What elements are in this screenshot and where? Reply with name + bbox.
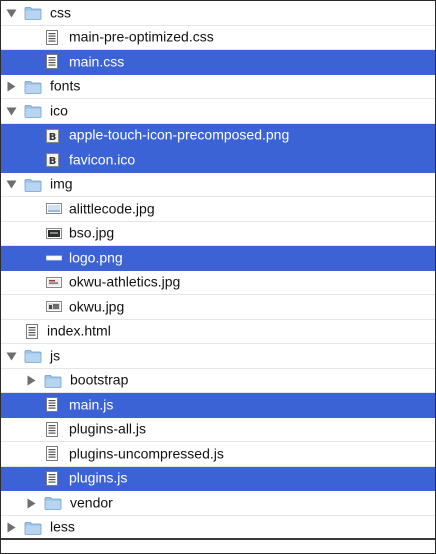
disclosure-collapsed-icon[interactable] [25, 375, 37, 387]
js-file-icon [46, 470, 58, 486]
svg-text:B: B [49, 132, 57, 143]
folder-name: fonts [50, 77, 81, 94]
js-file-icon [46, 397, 58, 412]
folder-row[interactable]: css [1, 1, 435, 26]
folder-row[interactable]: bootstrap [1, 369, 435, 393]
file-row[interactable]: logo.png [1, 246, 435, 271]
file-row[interactable]: okwu.jpg [1, 295, 435, 320]
disclosure-expanded-icon[interactable] [5, 105, 17, 117]
folder-icon [24, 80, 42, 94]
folder-row[interactable]: img [1, 173, 435, 197]
disclosure-expanded-icon[interactable] [5, 350, 17, 362]
folder-name: less [50, 518, 75, 535]
css-file-icon [46, 54, 58, 69]
image-thumb-icon [46, 202, 62, 215]
html-file-icon [26, 323, 38, 339]
image-thumb-icon [46, 276, 62, 289]
file-name: bso.jpg [69, 224, 115, 241]
file-row[interactable]: main.css [1, 50, 435, 75]
js-file-icon [46, 446, 58, 461]
file-name: logo.png [69, 249, 123, 266]
file-row[interactable]: plugins-uncompressed.js [1, 442, 435, 467]
file-row[interactable]: alittlecode.jpg [1, 197, 435, 222]
js-file-icon [46, 421, 58, 437]
disclosure-collapsed-icon[interactable] [5, 81, 17, 93]
file-name: plugins-all.js [69, 420, 147, 437]
file-name: plugins.js [69, 469, 128, 486]
folder-name: js [50, 347, 61, 364]
file-name: index.html [47, 322, 111, 339]
file-name: okwu-athletics.jpg [69, 273, 181, 290]
folder-icon [44, 374, 62, 388]
folder-row[interactable]: js [1, 344, 435, 369]
file-row[interactable]: main-pre-optimized.css [1, 26, 435, 50]
folder-icon [24, 349, 42, 363]
file-name: favicon.ico [69, 151, 136, 168]
file-name: apple-touch-icon-precomposed.png [69, 126, 290, 143]
file-row[interactable]: Bfavicon.ico [1, 148, 435, 173]
file-row[interactable]: okwu-athletics.jpg [1, 271, 435, 295]
disclosure-expanded-icon[interactable] [5, 179, 17, 191]
folder-name: ico [50, 102, 68, 119]
file-row[interactable]: Bapple-touch-icon-precomposed.png [1, 123, 435, 148]
folder-row[interactable]: ico [1, 99, 435, 124]
file-row[interactable]: bso.jpg [1, 222, 435, 246]
disclosure-collapsed-icon[interactable] [5, 522, 17, 534]
file-row[interactable]: index.html [1, 320, 435, 344]
folder-icon [44, 496, 62, 510]
folder-row[interactable]: vendor [1, 491, 435, 516]
folder-name: vendor [70, 494, 113, 511]
disclosure-collapsed-icon[interactable] [25, 497, 37, 509]
file-name: plugins-uncompressed.js [69, 445, 224, 462]
folder-name: css [50, 4, 71, 21]
file-row[interactable]: plugins.js [1, 466, 435, 491]
image-line-icon [46, 253, 62, 263]
disclosure-expanded-icon[interactable] [5, 7, 17, 19]
file-tree: css main-pre-optimized.css main.css fonts ic… [0, 0, 436, 554]
folder-name: img [50, 175, 73, 192]
file-name: main.css [69, 53, 125, 70]
file-name: okwu.jpg [69, 298, 125, 315]
folder-row[interactable]: fonts [1, 75, 435, 99]
folder-icon [24, 521, 42, 535]
image-thumb-icon [46, 300, 62, 313]
file-name: main-pre-optimized.css [69, 28, 214, 45]
image-b-icon: B [46, 128, 59, 143]
folder-icon [24, 6, 42, 20]
file-name: main.js [69, 396, 114, 413]
svg-text:B: B [49, 156, 57, 167]
file-name: alittlecode.jpg [69, 200, 155, 217]
file-row[interactable]: main.js [1, 393, 435, 418]
css-file-icon [46, 29, 58, 45]
folder-icon [24, 104, 42, 118]
file-row[interactable]: plugins-all.js [1, 418, 435, 442]
folder-name: bootstrap [70, 371, 129, 388]
image-thumb-icon [46, 227, 62, 240]
image-b-icon: B [46, 153, 59, 167]
folder-row[interactable]: less [1, 516, 435, 540]
folder-icon [24, 178, 42, 192]
